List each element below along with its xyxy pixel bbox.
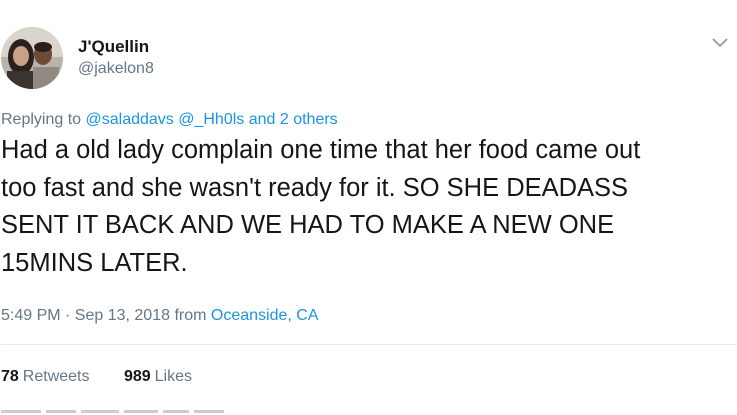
- retweets-label: Retweets: [22, 368, 90, 385]
- tweet-text-line: Had a old lady complain one time that he…: [1, 136, 641, 164]
- cropped-text-row: [1, 408, 231, 415]
- reply-context: Replying to @saladdavs @_Hh0ls and 2 oth…: [1, 111, 338, 129]
- tweet-text: Had a old lady complain one time that he…: [1, 132, 735, 282]
- reply-mentions-link[interactable]: @saladdavs @_Hh0ls and 2 others: [86, 111, 338, 128]
- likes-stat[interactable]: 989 Likes: [124, 368, 192, 386]
- user-handle[interactable]: @jakelon8: [78, 60, 154, 78]
- retweets-count: 78: [1, 368, 19, 385]
- reply-prefix: Replying to: [1, 111, 82, 128]
- likes-label: Likes: [154, 368, 193, 385]
- likes-count: 989: [123, 368, 151, 385]
- display-name[interactable]: J'Quellin: [78, 37, 149, 57]
- retweets-stat[interactable]: 78 Retweets: [1, 368, 90, 386]
- tweet-text-line: too fast and she wasn't ready for it. SO…: [1, 173, 629, 202]
- tweet-stats: 78 Retweets 989 Likes: [1, 368, 222, 386]
- tweet-text-line: SENT IT BACK AND WE HAD TO MAKE A NEW ON…: [1, 211, 615, 239]
- tweet-metadata: 5:49 PM · Sep 13, 2018 from Oceanside, C…: [1, 307, 319, 325]
- location-link[interactable]: Oceanside, CA: [211, 307, 319, 324]
- avatar[interactable]: [1, 27, 63, 89]
- tweet-text-line: 15MINS LATER.: [1, 248, 188, 277]
- timestamp[interactable]: 5:49 PM · Sep 13, 2018 from: [1, 307, 206, 324]
- divider: [1, 344, 736, 345]
- chevron-down-icon[interactable]: [710, 36, 730, 50]
